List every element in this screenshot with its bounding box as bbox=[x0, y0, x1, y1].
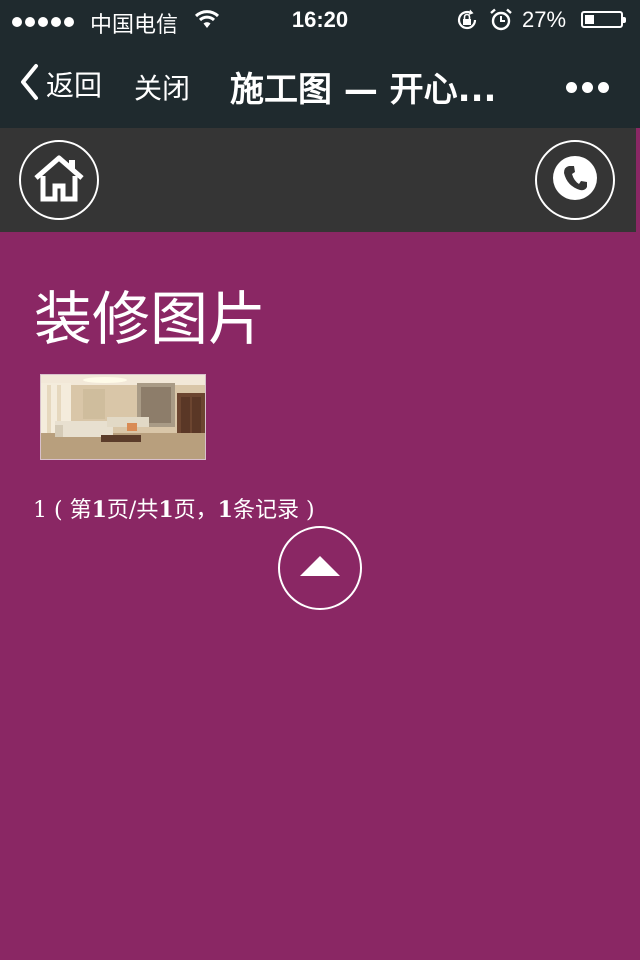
more-dots-icon[interactable] bbox=[566, 78, 614, 97]
battery-percent: 27% bbox=[522, 7, 567, 32]
home-icon bbox=[33, 154, 85, 206]
chevron-left-icon bbox=[18, 62, 40, 106]
back-label: 返回 bbox=[46, 69, 103, 102]
record-count: 1 bbox=[217, 497, 233, 523]
phone-button[interactable] bbox=[535, 140, 615, 220]
nav-bar: 返回 关闭 施工图 — 开心... bbox=[0, 40, 640, 128]
close-button[interactable]: 关闭 bbox=[134, 67, 190, 107]
home-button[interactable] bbox=[19, 140, 99, 220]
pagination: 1 ( 第1页/共1页，1条记录 ) bbox=[33, 497, 315, 523]
page-link[interactable]: 1 bbox=[33, 498, 47, 523]
total-pages: 1 bbox=[158, 497, 174, 523]
living-room-photo[interactable] bbox=[40, 374, 206, 460]
page-title: 施工图 — 开心... bbox=[230, 70, 497, 110]
section-heading: 装修图片 bbox=[34, 285, 267, 353]
back-button[interactable]: 返回 bbox=[18, 62, 102, 106]
arrow-up-icon bbox=[298, 554, 342, 582]
alarm-icon bbox=[490, 8, 512, 37]
scroll-to-top-button[interactable] bbox=[278, 526, 362, 610]
battery-icon bbox=[581, 11, 626, 28]
current-page: 1 bbox=[91, 497, 107, 523]
status-bar: 中国电信 16:20 27% bbox=[0, 0, 640, 40]
orientation-lock-icon bbox=[455, 8, 479, 37]
battery-fill bbox=[585, 15, 594, 24]
phone-icon bbox=[552, 155, 598, 205]
toolbar bbox=[0, 128, 636, 232]
